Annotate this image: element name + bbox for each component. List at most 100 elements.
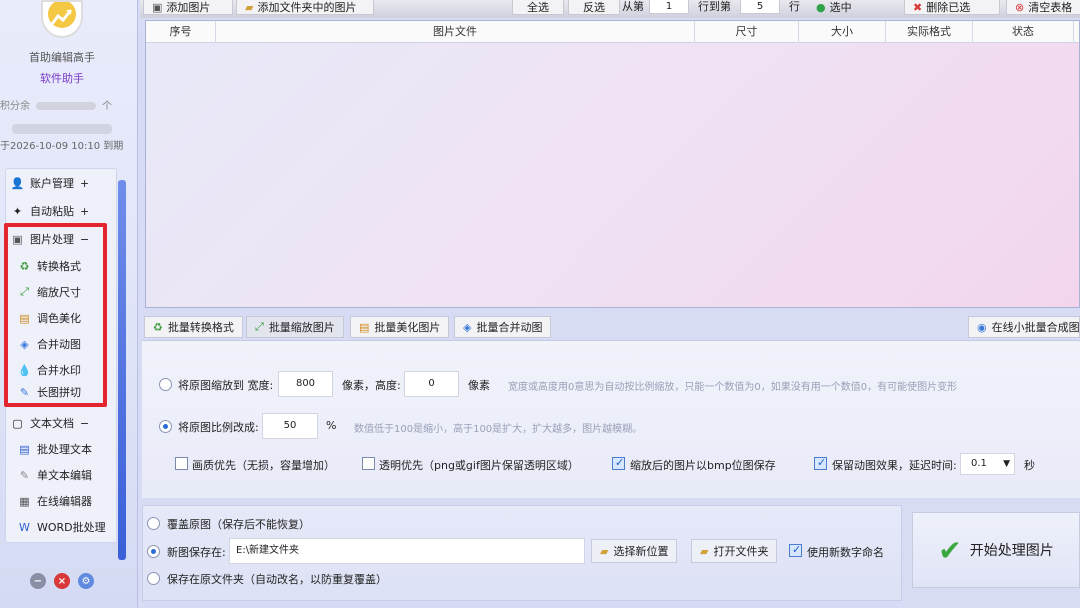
ratio-label: 将原图比例改成: [178,421,259,434]
keep-animation-checkbox[interactable] [814,456,827,470]
height-label: 像素，高度: [342,379,401,392]
scale-ratio-radio[interactable] [159,420,172,433]
select-all-button[interactable]: 全选 [512,0,564,15]
sidebar-item-single-text[interactable]: ✎ 单文本编辑 [18,463,92,487]
gif-icon: ◈ [463,320,472,334]
sidebar-item-label: 自动粘贴 [30,205,74,218]
from-label: 从第 [622,0,644,13]
app-subtitle: 软件助手 [40,72,84,85]
settings-icon[interactable]: ⚙ [78,573,94,589]
delete-selected-button[interactable]: ✖ 删除已选 [904,0,1000,15]
online-icon: ◉ [977,320,987,334]
delay-value: 0.1 [971,458,987,469]
delete-icon: ✖ [913,0,923,14]
delay-select[interactable]: 0.1 ▼ [960,453,1015,475]
overwrite-radio[interactable] [147,517,160,530]
checkmark-icon: ✔ [938,533,962,567]
save-bmp-checkbox[interactable] [612,456,625,470]
add-image-button[interactable]: ▣ 添加图片 [143,0,233,15]
expire-text: 于2026-10-09 10:10 到期 [0,141,124,152]
sidebar-item-documents[interactable]: ▢ 文本文档 − [11,411,89,435]
button-label: 反选 [583,0,605,14]
scale-to-size-radio[interactable] [159,378,172,391]
tab-beautify-images[interactable]: ▤ 批量美化图片 [350,316,450,338]
transparent-first-checkbox[interactable] [362,457,375,470]
column-header[interactable]: 尺寸 [695,21,799,43]
button-label: 添加文件夹中的图片 [257,0,357,14]
numeric-name-label: 使用新数字命名 [807,546,884,559]
image-table[interactable]: 序号 图片文件 尺寸 大小 实际格式 状态 [145,20,1080,308]
toolbar: ▣ 添加图片 ▰ 添加文件夹中的图片 全选 反选 从第 1 行到第 5 行 ● 选中 … [140,0,1080,18]
clear-table-button[interactable]: ⊗ 清空表格 [1006,0,1080,15]
sidebar-item-batch-text[interactable]: ▤ 批处理文本 [18,437,92,461]
choose-location-button[interactable]: ▰ 选择新位置 [591,539,678,563]
tab-label: 批量转换格式 [167,321,234,334]
select-range-button[interactable]: ● 选中 [808,0,858,15]
table-header: 序号 图片文件 尺寸 大小 实际格式 状态 [146,21,1079,43]
app-logo [41,0,83,38]
ratio-hint: 数值低于100是缩小，高于100是扩大，扩大越多，图片越模糊。 [354,424,643,435]
points-info: 积分余 个 [0,97,130,112]
folder-add-icon: ▰ [600,544,609,558]
user-icon: 👤 [10,176,25,190]
palette-icon: ▤ [359,320,370,334]
quality-first-label: 画质优先（无损，容量增加） [192,459,335,472]
px-label: 像素 [468,379,490,392]
sidebar-item-online-editor[interactable]: ▦ 在线编辑器 [18,489,92,513]
new-save-radio[interactable] [147,545,160,558]
button-label: 开始处理图片 [969,543,1054,559]
add-folder-button[interactable]: ▰ 添加文件夹中的图片 [236,0,374,15]
row-label: 行 [789,0,800,13]
collapse-icon: − [80,416,90,430]
button-label: 清空表格 [1028,0,1073,14]
resize-options-panel: 将原图缩放到 宽度: 800 像素，高度: 0 像素 宽度或高度用0意思为自动按… [142,340,1080,498]
save-options-panel: 覆盖原图（保存后不能恢复） 新图保存在: E:\新建文件夹 ▰ 选择新位置 ▰ 打开… [142,505,902,601]
tab-convert-format[interactable]: ♻ 批量转换格式 [144,316,243,338]
sidebar-item-autopaste[interactable]: ✦ 自动粘贴 + [11,199,89,223]
column-header[interactable]: 序号 [146,21,216,43]
column-header[interactable]: 大小 [799,21,886,43]
resize-icon: ⤢ [255,320,264,333]
scale-hint: 宽度或高度用0意思为自动按比例缩放，只能一个数值为0，如果没有用一个数值0，有可… [508,382,958,393]
height-input[interactable]: 0 [404,371,459,397]
to-label: 行到第 [698,0,731,13]
save-original-radio[interactable] [147,572,160,585]
ratio-input[interactable]: 50 [262,413,318,439]
start-processing-button[interactable]: ✔ 开始处理图片 [912,512,1080,588]
check-circle-icon: ● [816,1,826,14]
sidebar-scrollbar[interactable] [118,180,126,560]
sidebar-item-word[interactable]: W WORD批处理 [18,515,106,539]
from-row-input[interactable]: 1 [649,0,689,14]
open-folder-button[interactable]: ▰ 打开文件夹 [691,539,778,563]
column-header[interactable]: 实际格式 [886,21,973,43]
folder-icon: ▰ [700,544,709,558]
column-header[interactable]: 图片文件 [216,21,695,43]
tab-resize-images[interactable]: ⤢ 批量缩放图片 [246,316,344,338]
expand-icon: + [80,176,90,190]
width-input[interactable]: 800 [278,371,333,397]
convert-icon: ♻ [153,320,163,334]
percent-label: % [326,419,337,432]
sidebar-item-label: 批处理文本 [37,443,92,456]
sidebar: 首助编辑高手 软件助手 积分余 个 于2026-10-09 10:10 到期 👤 账… [0,0,138,608]
tab-merge-gif[interactable]: ◈ 批量合并动图 [454,316,552,338]
save-path-input[interactable]: E:\新建文件夹 [229,538,585,564]
close-icon[interactable]: × [54,573,70,589]
quality-first-checkbox[interactable] [175,457,188,470]
column-header[interactable]: 状态 [973,21,1074,43]
overwrite-label: 覆盖原图（保存后不能恢复） [167,518,310,531]
word-icon: W [19,520,30,534]
folder-icon: ▰ [245,0,254,14]
numeric-name-checkbox[interactable] [789,543,802,557]
minimize-icon[interactable]: − [30,573,46,589]
to-row-input[interactable]: 5 [740,0,780,14]
highlight-box [4,223,107,407]
save-original-label: 保存在原文件夹（自动改名，以防重复覆盖） [167,573,387,586]
tab-label: 批量缩放图片 [268,321,335,334]
tab-online-compose[interactable]: ◉ 在线小批量合成图片 [968,316,1080,338]
button-label: 添加图片 [166,0,211,14]
invert-selection-button[interactable]: 反选 [568,0,620,15]
seconds-label: 秒 [1024,459,1035,472]
expand-icon: + [80,204,90,218]
sidebar-item-account[interactable]: 👤 账户管理 + [10,171,90,195]
